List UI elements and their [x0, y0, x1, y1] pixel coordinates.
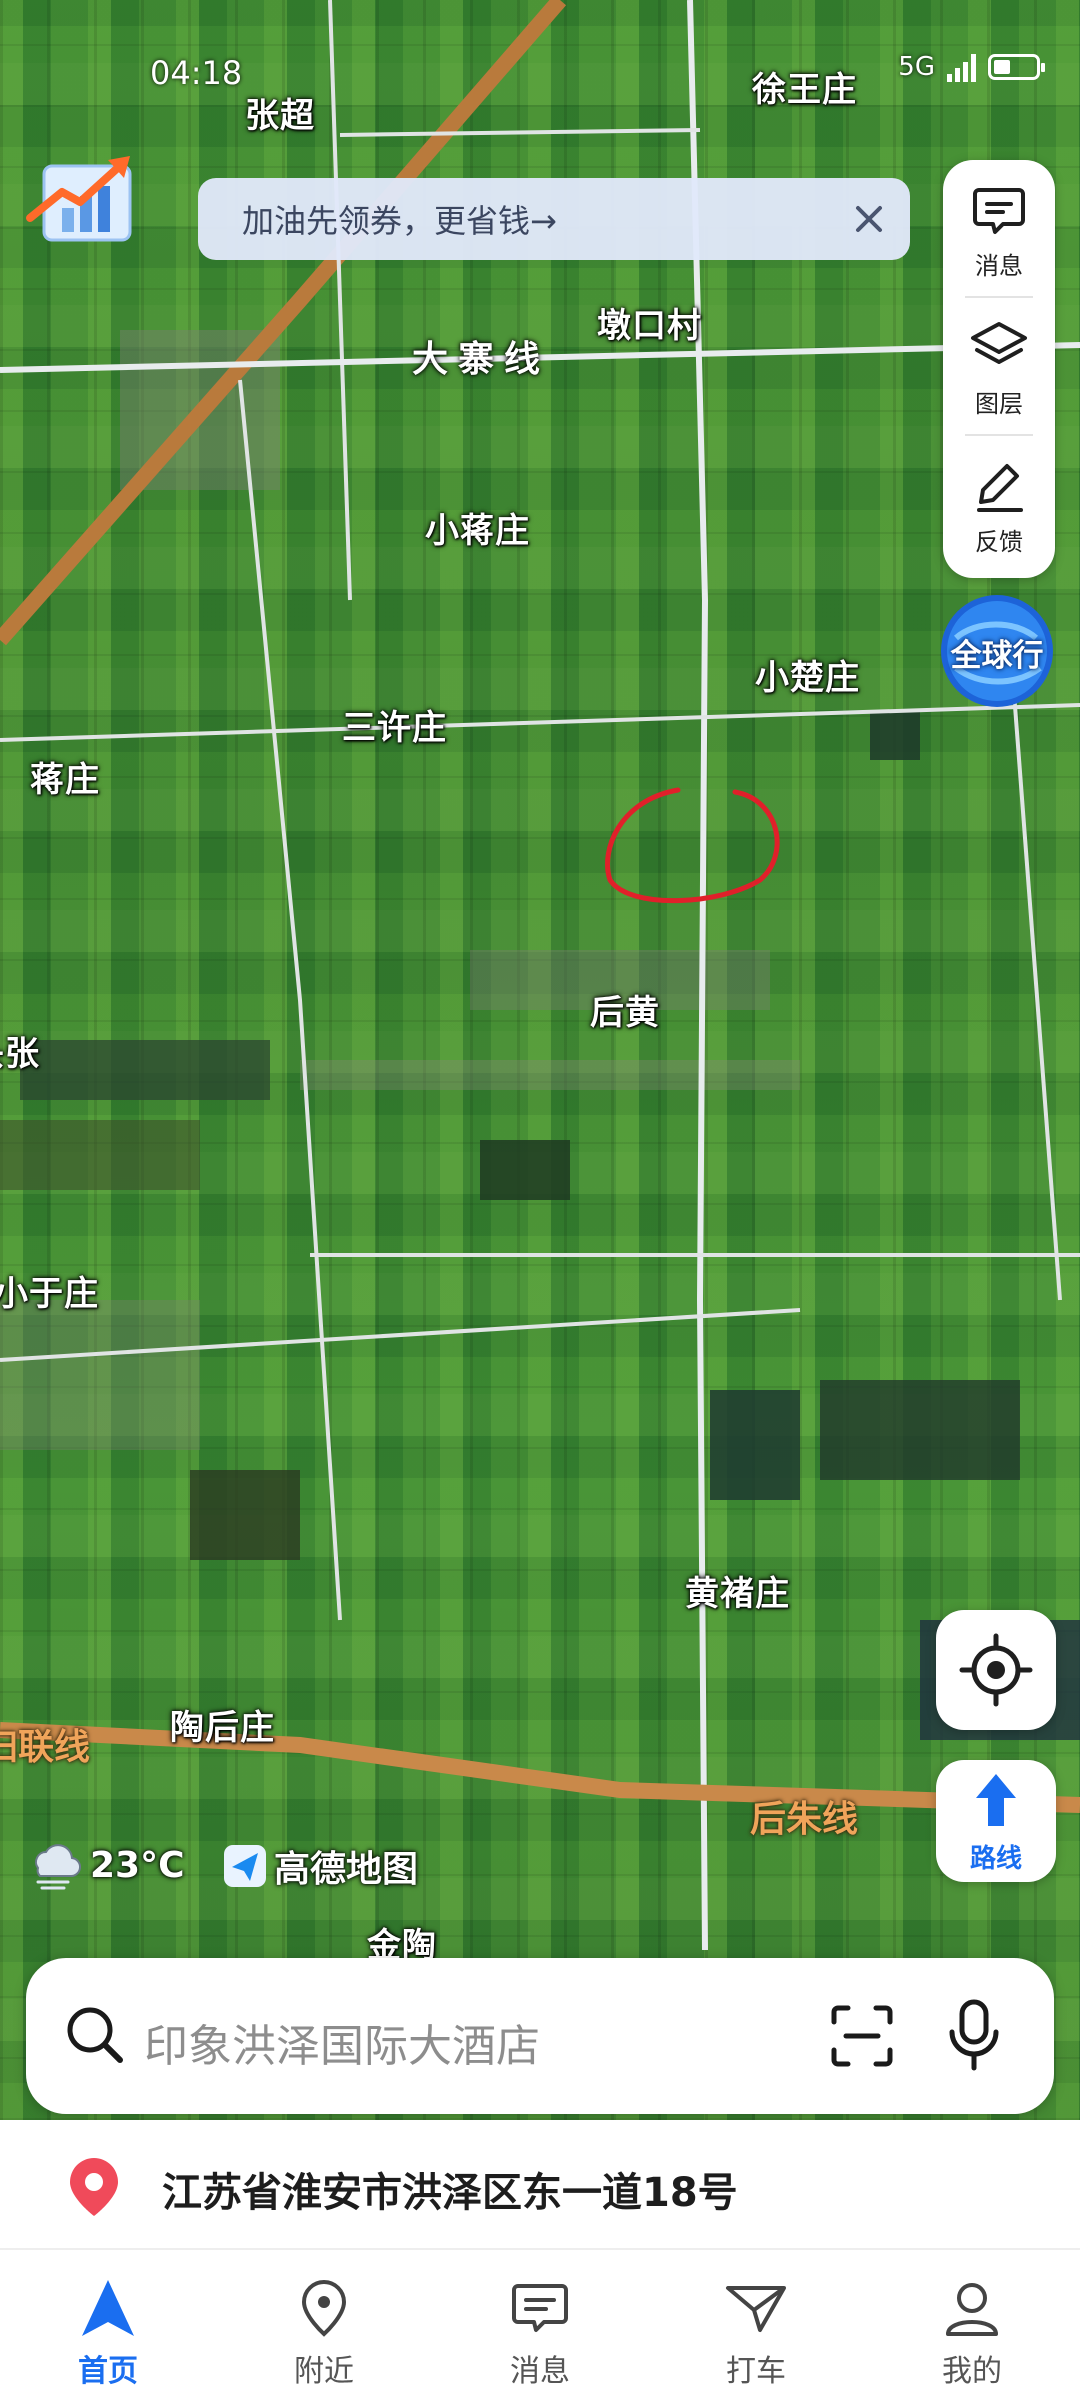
status-time: 04:18: [150, 54, 243, 92]
tool-messages[interactable]: 消息: [943, 160, 1055, 296]
current-address-bar[interactable]: 江苏省淮安市洪泽区东一道18号: [0, 2120, 1080, 2250]
amap-logo-icon: [224, 1845, 266, 1887]
location-pin-icon: [70, 2158, 118, 2216]
message-icon: [512, 2284, 568, 2332]
nav-home-label: 首页: [78, 2354, 138, 2389]
promo-banner[interactable]: 加油先领券，更省钱→: [198, 178, 910, 260]
cloudy-weather-icon: [35, 1844, 81, 1890]
place-label-zhangchao[interactable]: 张超: [245, 88, 315, 137]
feedback-icon: [977, 464, 1023, 512]
nav-nearby[interactable]: 附近: [216, 2250, 432, 2400]
route-label: 路线: [969, 1844, 1022, 1874]
navigation-arrow-icon: [82, 2280, 134, 2336]
place-label-toutzhang[interactable]: 头张: [0, 1026, 40, 1075]
chart-growth-icon[interactable]: [22, 148, 142, 258]
nav-taxi-label: 打车: [726, 2354, 786, 2389]
tool-feedback[interactable]: 反馈: [943, 436, 1055, 572]
weather-temperature: 23°C: [90, 1844, 185, 1886]
nav-nearby-label: 附近: [294, 2354, 354, 2389]
secondary-vertical-road: [328, 0, 352, 601]
status-icons: 5G: [898, 52, 1045, 82]
network-type: 5G: [898, 52, 935, 82]
place-label-dunkoucun[interactable]: 墩口村: [597, 298, 702, 347]
brand-logo: 高德地图: [222, 1840, 418, 1892]
field-patch: [710, 1390, 800, 1500]
satellite-map[interactable]: 张超 徐王庄 墩口村 大寨线 小蒋庄 小楚庄 三许庄 蒋庄 后黄 头张 小于庄 …: [0, 0, 1080, 2120]
place-label-sanxuzhuang[interactable]: 三许庄: [342, 700, 447, 749]
global-travel-button[interactable]: 全球行: [936, 590, 1058, 712]
place-label-xiaojiangzhuang[interactable]: 小蒋庄: [425, 503, 530, 552]
search-icon[interactable]: [62, 2002, 128, 2068]
place-label-xiaochuzhuang[interactable]: 小楚庄: [755, 650, 860, 699]
map-roads-layer: [0, 0, 1080, 1951]
village-cluster: [0, 1300, 200, 1450]
east-vertical-road: [1008, 639, 1062, 1301]
promo-text: 加油先领券，更省钱→: [242, 202, 557, 240]
field-patch: [0, 1120, 200, 1190]
nav-taxi[interactable]: 打车: [648, 2250, 864, 2400]
brand-name: 高德地图: [274, 1849, 419, 1890]
place-label-taohouzhuang[interactable]: 陶后庄: [170, 1700, 275, 1749]
nav-home[interactable]: 首页: [0, 2250, 216, 2400]
route-button[interactable]: 路线: [936, 1760, 1056, 1882]
map-tools-panel: 消息 图层 反馈: [943, 160, 1055, 578]
west-vertical-road: [238, 379, 342, 1621]
bottom-navigation: 首页 附近 消息 打车 我的: [0, 2250, 1080, 2400]
annotation-circle: [605, 787, 780, 904]
close-icon[interactable]: [842, 192, 896, 246]
microphone-icon[interactable]: [944, 1998, 1004, 2072]
user-icon: [946, 2283, 998, 2336]
route-arrow-icon: [976, 1774, 1016, 1826]
guilian-road: [0, 1722, 1080, 1813]
search-input[interactable]: 印象洪泽国际大酒店: [144, 2010, 540, 2074]
search-bar[interactable]: 印象洪泽国际大酒店: [26, 1958, 1054, 2114]
place-label-jiangzhuang[interactable]: 蒋庄: [30, 752, 100, 801]
battery-icon: [988, 54, 1045, 80]
field-patch: [480, 1140, 570, 1200]
place-label-xuwangzhuang[interactable]: 徐王庄: [752, 62, 857, 111]
field-patch: [190, 1470, 300, 1560]
place-label-huangchuzhuang[interactable]: 黄褚庄: [685, 1566, 790, 1615]
road-label-houzhuxian: 后朱线: [750, 1799, 859, 1840]
nav-messages[interactable]: 消息: [432, 2250, 648, 2400]
locate-me-button[interactable]: [936, 1610, 1056, 1730]
nearby-pin-icon: [301, 2279, 347, 2337]
taxi-icon: [726, 2286, 786, 2332]
village-cluster: [300, 1060, 800, 1090]
field-patch: [870, 710, 920, 760]
message-icon: [973, 188, 1025, 234]
road-label-guilianxian: 归联线: [0, 1727, 91, 1768]
weather-widget[interactable]: 23°C: [24, 1838, 185, 1892]
tool-layers[interactable]: 图层: [943, 298, 1055, 434]
tool-layers-label: 图层: [975, 390, 1023, 418]
nav-profile[interactable]: 我的: [864, 2250, 1080, 2400]
current-address: 江苏省淮安市洪泽区东一道18号: [162, 2170, 738, 2216]
signal-icon: [947, 52, 976, 82]
global-travel-label: 全球行: [950, 638, 1044, 674]
place-label-houhuang[interactable]: 后黄: [590, 985, 660, 1034]
tool-feedback-label: 反馈: [975, 528, 1023, 556]
layers-icon: [971, 322, 1027, 364]
field-patch: [20, 1040, 270, 1100]
field-patch: [820, 1380, 1020, 1480]
nav-messages-label: 消息: [510, 2354, 570, 2389]
tool-messages-label: 消息: [975, 252, 1023, 280]
scan-icon[interactable]: [828, 2002, 896, 2070]
crosshair-icon: [959, 1633, 1033, 1707]
place-label-xiaoyuzhuang[interactable]: 小于庄: [0, 1266, 99, 1315]
nav-profile-label: 我的: [942, 2354, 1002, 2389]
road-label-dazhaixian: 大寨线: [412, 339, 551, 380]
north-road: [339, 128, 701, 137]
